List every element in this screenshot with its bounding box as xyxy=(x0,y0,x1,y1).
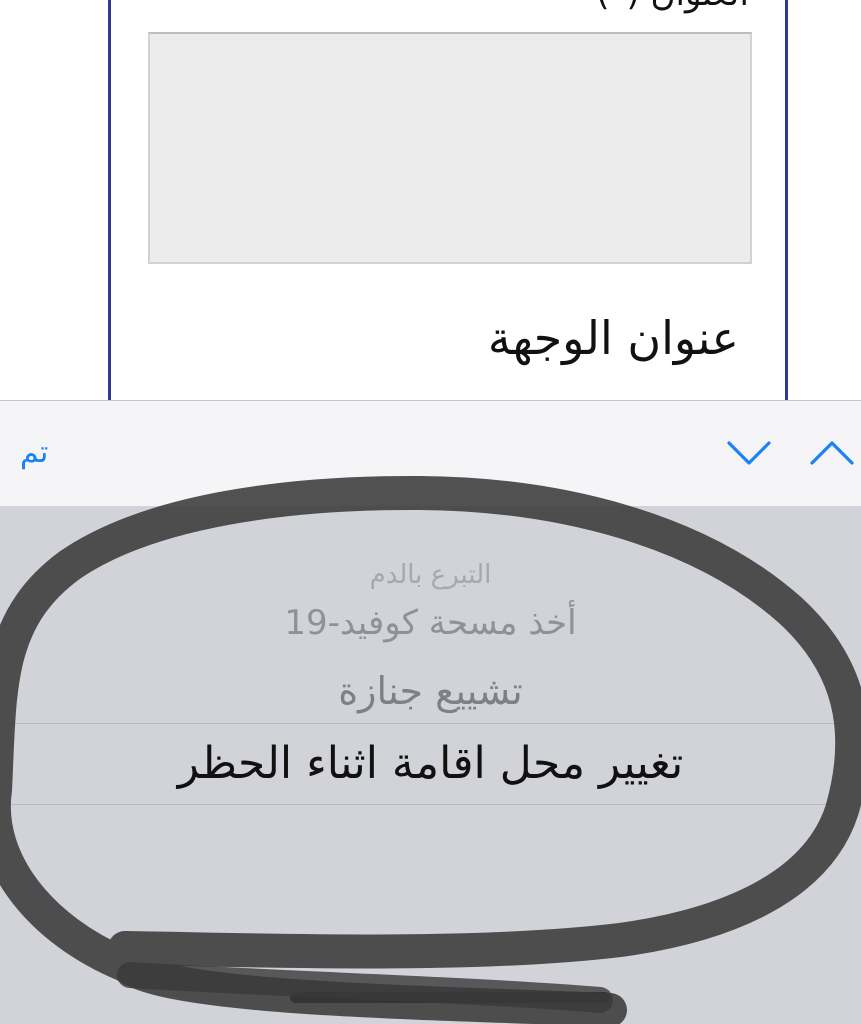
chevron-up-icon xyxy=(810,441,854,465)
picker-option[interactable]: التبرع بالدم xyxy=(0,558,861,592)
previous-field-button[interactable] xyxy=(806,431,858,475)
chevron-down-icon xyxy=(727,441,771,465)
picker-option-selected[interactable]: تغيير محل اقامة اثناء الحظر xyxy=(0,736,861,792)
picker-option[interactable]: أخذ مسحة كوفيد-19 xyxy=(0,600,861,646)
option-picker-wheel[interactable]: التبرع بالدم أخذ مسحة كوفيد-19 تشييع جنا… xyxy=(0,506,861,1024)
home-indicator-bar[interactable] xyxy=(290,992,610,1003)
destination-address-label: عنوان الوجهة xyxy=(487,311,739,365)
address-field-label: العنوان (*) xyxy=(596,0,749,14)
next-field-button[interactable] xyxy=(723,431,775,475)
keyboard-accessory-toolbar: تم xyxy=(0,400,861,506)
address-textarea[interactable] xyxy=(148,32,752,264)
done-button[interactable]: تم xyxy=(20,433,48,473)
form-card: العنوان (*) عنوان الوجهة xyxy=(108,0,788,400)
picker-option[interactable]: تشييع جنازة xyxy=(0,666,861,716)
